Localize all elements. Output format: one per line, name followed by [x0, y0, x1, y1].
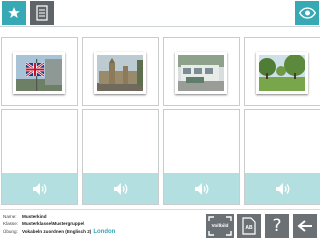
audio-button[interactable]: [83, 173, 158, 204]
arrow-left-icon: [297, 220, 312, 232]
drop-slot-3[interactable]: [163, 109, 240, 205]
drop-slot-4[interactable]: [244, 109, 320, 205]
speaker-icon: [275, 182, 289, 195]
fullscreen-label: Vollbild: [211, 223, 229, 229]
eye-icon: [298, 7, 316, 19]
audio-button[interactable]: [2, 173, 77, 204]
help-button[interactable]: ?: [265, 214, 289, 238]
exercise-label: Übung:: [3, 228, 18, 234]
help-label: ?: [272, 216, 282, 236]
class-label: Klasse:: [3, 221, 19, 227]
star-icon: [8, 7, 20, 18]
drop-slot-2[interactable]: [82, 109, 159, 205]
union-jack-photo: [13, 52, 65, 94]
back-button[interactable]: [293, 214, 317, 238]
drop-slot-1[interactable]: [1, 109, 78, 205]
name-label: Name:: [3, 214, 17, 219]
fullscreen-button[interactable]: Vollbild: [206, 214, 234, 238]
picture-card-park[interactable]: [244, 37, 320, 106]
audio-button[interactable]: [245, 173, 320, 204]
london-bus-photo: [175, 52, 227, 94]
class-value: Musterklasse\Mustergruppe\: [22, 221, 85, 227]
name-value: Musterkind: [22, 214, 47, 219]
favorites-button[interactable]: [2, 1, 26, 25]
speaker-icon: [194, 182, 208, 195]
audio-button[interactable]: [164, 173, 239, 204]
ab-label: AB: [245, 225, 253, 231]
picture-card-parliament[interactable]: [82, 37, 159, 106]
worksheet-button[interactable]: [30, 1, 54, 25]
houses-of-parliament-photo: [94, 52, 146, 94]
topic-label: London: [93, 228, 116, 235]
show-solution-button[interactable]: [295, 1, 319, 25]
park-photo: [256, 52, 308, 94]
picture-card-bus[interactable]: [163, 37, 240, 106]
speaker-icon: [32, 182, 46, 195]
speaker-icon: [113, 182, 127, 195]
document-icon: [36, 5, 48, 21]
exercise-value: Vokabeln zuordnen (Englisch 2): [22, 228, 92, 234]
picture-card-flag[interactable]: [1, 37, 78, 106]
top-toolbar: [0, 0, 320, 27]
student-info: Name: Musterkind Klasse: Musterklasse\Must…: [3, 213, 115, 236]
worksheet-ab-button[interactable]: AB: [237, 214, 261, 238]
